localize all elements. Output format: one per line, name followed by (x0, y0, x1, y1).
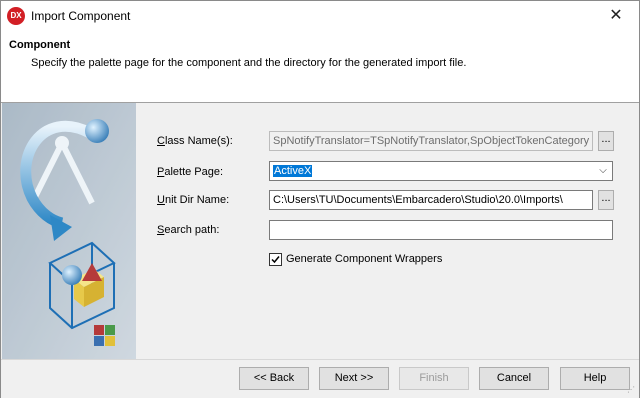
wizard-illustration (2, 103, 136, 359)
class-name-browse-button[interactable]: ... (598, 131, 614, 151)
close-icon: ✕ (609, 7, 623, 24)
class-name-label: Class Name(s): (157, 135, 233, 147)
dropdown-arrow-icon[interactable]: ⌵ (596, 162, 610, 180)
title-bar: DX Import Component ✕ (1, 1, 639, 32)
size-grip-icon[interactable]: ⋰ (627, 385, 637, 395)
generate-wrappers-checkbox[interactable] (269, 253, 282, 266)
app-icon: DX (7, 7, 25, 25)
unit-dir-field[interactable]: C:\Users\TU\Documents\Embarcadero\Studio… (269, 190, 593, 210)
back-button[interactable]: << Back (239, 367, 309, 390)
import-component-dialog: DX Import Component ✕ Component Specify … (0, 0, 640, 398)
generate-wrappers-label[interactable]: Generate Component Wrappers (286, 253, 442, 265)
palette-page-label: Palette Page: (157, 166, 224, 178)
window-title: Import Component (31, 9, 131, 23)
finish-button[interactable]: Finish (399, 367, 469, 390)
help-button[interactable]: Help (560, 367, 630, 390)
search-path-field[interactable] (269, 220, 613, 240)
wizard-header: Component Specify the palette page for t… (1, 32, 639, 103)
search-path-label: Search path: (157, 224, 220, 236)
palette-page-combobox[interactable]: ActiveX ⌵ (269, 161, 613, 181)
cancel-button[interactable]: Cancel (479, 367, 549, 390)
header-description: Specify the palette page for the compone… (31, 57, 467, 69)
checkbox-check-icon (271, 256, 280, 264)
header-title: Component (9, 39, 71, 51)
unit-dir-browse-button[interactable]: ... (598, 190, 614, 210)
close-button[interactable]: ✕ (599, 4, 633, 28)
palette-page-value: ActiveX (273, 165, 313, 177)
unit-dir-label: Unit Dir Name: (157, 194, 230, 206)
next-button[interactable]: Next >> (319, 367, 389, 390)
class-name-field[interactable]: SpNotifyTranslator=TSpNotifyTranslator,S… (269, 131, 593, 151)
